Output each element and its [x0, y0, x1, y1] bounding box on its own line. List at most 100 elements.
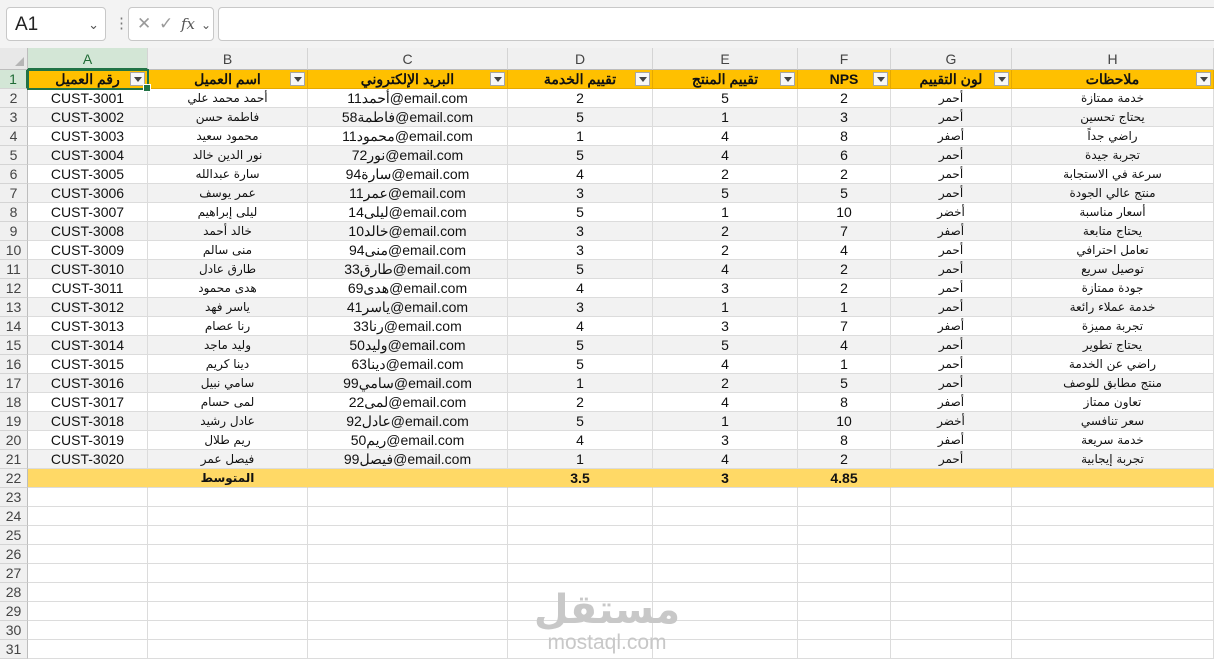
cell-customer-id[interactable]: CUST-3011	[28, 279, 148, 298]
empty-cell[interactable]	[508, 564, 653, 583]
cell-product-rating[interactable]: 2	[653, 222, 798, 241]
empty-cell[interactable]	[1012, 621, 1214, 640]
cell-customer-id[interactable]: CUST-3006	[28, 184, 148, 203]
cell-product-rating[interactable]: 1	[653, 412, 798, 431]
empty-cell[interactable]	[508, 507, 653, 526]
empty-cell[interactable]	[891, 583, 1012, 602]
cell-product-rating[interactable]: 4	[653, 127, 798, 146]
empty-cell[interactable]	[308, 545, 508, 564]
cell-customer-id[interactable]: CUST-3009	[28, 241, 148, 260]
cell-notes[interactable]: خدمة سريعة	[1012, 431, 1214, 450]
empty-cell[interactable]	[891, 564, 1012, 583]
cell-email[interactable]: رنا33@email.com	[308, 317, 508, 336]
cell-service-rating[interactable]: 3	[508, 222, 653, 241]
cell-product-rating[interactable]: 4	[653, 355, 798, 374]
empty-cell[interactable]	[148, 564, 308, 583]
empty-cell[interactable]	[653, 526, 798, 545]
row-header-26[interactable]: 26	[0, 545, 28, 564]
cell-nps[interactable]: 5	[798, 184, 891, 203]
row-header-22[interactable]: 22	[0, 469, 28, 488]
empty-cell[interactable]	[28, 488, 148, 507]
cell-notes[interactable]: توصيل سريع	[1012, 260, 1214, 279]
select-all-corner[interactable]	[0, 48, 28, 70]
cell-nps[interactable]: 8	[798, 393, 891, 412]
filter-dropdown-icon[interactable]	[873, 72, 888, 86]
cell-email[interactable]: نور72@email.com	[308, 146, 508, 165]
average-product-rating[interactable]: 3	[653, 469, 798, 488]
cell-service-rating[interactable]: 5	[508, 412, 653, 431]
filter-dropdown-icon[interactable]	[780, 72, 795, 86]
cell-customer-id[interactable]: CUST-3017	[28, 393, 148, 412]
column-header-h[interactable]: H	[1012, 48, 1214, 70]
cell-customer-id[interactable]: CUST-3015	[28, 355, 148, 374]
empty-cell[interactable]	[653, 488, 798, 507]
cell-nps[interactable]: 7	[798, 317, 891, 336]
cell-rating-color[interactable]: أحمر	[891, 298, 1012, 317]
row-header-12[interactable]: 12	[0, 279, 28, 298]
empty-cell[interactable]	[798, 526, 891, 545]
cell-service-rating[interactable]: 1	[508, 374, 653, 393]
empty-cell[interactable]	[798, 564, 891, 583]
cell-customer-name[interactable]: طارق عادل	[148, 260, 308, 279]
empty-cell[interactable]	[28, 583, 148, 602]
cell-service-rating[interactable]: 4	[508, 317, 653, 336]
cell-notes[interactable]: أسعار مناسبة	[1012, 203, 1214, 222]
cell-rating-color[interactable]: أصفر	[891, 393, 1012, 412]
row-header-4[interactable]: 4	[0, 127, 28, 146]
row-header-8[interactable]: 8	[0, 203, 28, 222]
row-header-15[interactable]: 15	[0, 336, 28, 355]
column-header-g[interactable]: G	[891, 48, 1012, 70]
cell-email[interactable]: هدى69@email.com	[308, 279, 508, 298]
row-header-25[interactable]: 25	[0, 526, 28, 545]
cell-customer-name[interactable]: خالد أحمد	[148, 222, 308, 241]
empty-cell[interactable]	[1012, 488, 1214, 507]
enter-icon[interactable]: ✓	[159, 14, 173, 34]
formula-input[interactable]	[218, 7, 1214, 41]
cell-email[interactable]: سامي99@email.com	[308, 374, 508, 393]
cell-customer-name[interactable]: هدى محمود	[148, 279, 308, 298]
cell-rating-color[interactable]: أصفر	[891, 317, 1012, 336]
cell-customer-id[interactable]: CUST-3016	[28, 374, 148, 393]
cell-email[interactable]: عمر11@email.com	[308, 184, 508, 203]
cell-product-rating[interactable]: 5	[653, 336, 798, 355]
row-header-24[interactable]: 24	[0, 507, 28, 526]
cell-notes[interactable]: جودة ممتازة	[1012, 279, 1214, 298]
average-empty-cell[interactable]	[308, 469, 508, 488]
cell-product-rating[interactable]: 3	[653, 279, 798, 298]
cancel-icon[interactable]: ✕	[137, 14, 151, 34]
empty-cell[interactable]	[308, 602, 508, 621]
cell-rating-color[interactable]: أصفر	[891, 127, 1012, 146]
cell-notes[interactable]: خدمة عملاء رائعة	[1012, 298, 1214, 317]
cell-product-rating[interactable]: 4	[653, 260, 798, 279]
empty-cell[interactable]	[798, 602, 891, 621]
filter-dropdown-icon[interactable]	[490, 72, 505, 86]
cell-email[interactable]: أحمد11@email.com	[308, 89, 508, 108]
cell-email[interactable]: فيصل99@email.com	[308, 450, 508, 469]
row-header-28[interactable]: 28	[0, 583, 28, 602]
row-header-7[interactable]: 7	[0, 184, 28, 203]
cell-email[interactable]: محمود11@email.com	[308, 127, 508, 146]
row-header-19[interactable]: 19	[0, 412, 28, 431]
cell-email[interactable]: ريم50@email.com	[308, 431, 508, 450]
empty-cell[interactable]	[891, 621, 1012, 640]
row-header-20[interactable]: 20	[0, 431, 28, 450]
average-empty-cell[interactable]	[1012, 469, 1214, 488]
cell-service-rating[interactable]: 3	[508, 241, 653, 260]
cell-rating-color[interactable]: أحمر	[891, 279, 1012, 298]
cell-nps[interactable]: 4	[798, 336, 891, 355]
cell-customer-id[interactable]: CUST-3003	[28, 127, 148, 146]
cell-customer-id[interactable]: CUST-3018	[28, 412, 148, 431]
cell-notes[interactable]: يحتاج تحسين	[1012, 108, 1214, 127]
empty-cell[interactable]	[508, 545, 653, 564]
cell-customer-name[interactable]: فيصل عمر	[148, 450, 308, 469]
cell-notes[interactable]: خدمة ممتازة	[1012, 89, 1214, 108]
formula-dropdown-icon[interactable]: ⌄	[201, 18, 211, 32]
cell-rating-color[interactable]: أحمر	[891, 165, 1012, 184]
column-header-d[interactable]: D	[508, 48, 653, 70]
row-header-30[interactable]: 30	[0, 621, 28, 640]
empty-cell[interactable]	[28, 526, 148, 545]
filter-dropdown-icon[interactable]	[635, 72, 650, 86]
empty-cell[interactable]	[891, 507, 1012, 526]
cell-customer-name[interactable]: عمر يوسف	[148, 184, 308, 203]
row-header-3[interactable]: 3	[0, 108, 28, 127]
